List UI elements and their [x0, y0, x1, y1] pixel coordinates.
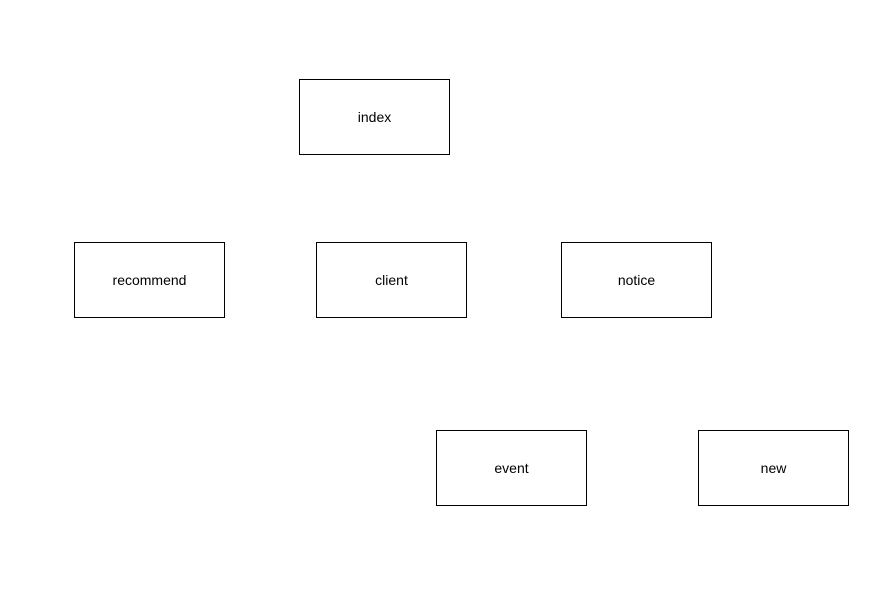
node-recommend[interactable]: recommend: [74, 242, 225, 318]
node-index[interactable]: index: [299, 79, 450, 155]
node-notice[interactable]: notice: [561, 242, 712, 318]
node-label-client: client: [375, 272, 408, 288]
node-label-recommend: recommend: [112, 272, 187, 288]
node-label-event: event: [494, 460, 529, 476]
node-label-notice: notice: [617, 272, 656, 288]
node-label-new: new: [760, 460, 787, 476]
diagram-canvas: index recommend client notice event new: [0, 0, 878, 592]
node-event[interactable]: event: [436, 430, 587, 506]
node-new[interactable]: new: [698, 430, 849, 506]
node-client[interactable]: client: [316, 242, 467, 318]
node-label-index: index: [357, 109, 392, 125]
